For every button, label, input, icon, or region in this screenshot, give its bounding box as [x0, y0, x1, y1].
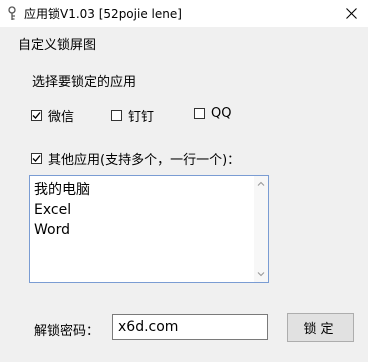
checkbox-other-apps[interactable]: 其他应用(支持多个，一行一个)： [31, 149, 240, 168]
lock-button[interactable]: 锁定 [287, 313, 354, 342]
checkbox-label: QQ [211, 106, 232, 121]
checkbox-wechat[interactable]: 微信 [31, 106, 74, 125]
checkbox-label: 钉钉 [128, 110, 155, 125]
checkbox-box[interactable] [194, 108, 205, 119]
menu-item-custom-lock-screen[interactable]: 自定义锁屏图 [18, 34, 96, 53]
scroll-up-arrow-icon[interactable] [257, 180, 265, 188]
other-apps-textarea[interactable]: 我的电脑 Excel Word [29, 175, 269, 283]
close-icon [345, 8, 357, 19]
checkmark-icon [32, 155, 41, 162]
scroll-down-arrow-icon[interactable] [257, 270, 265, 278]
apps-section-label: 选择要锁定的应用 [32, 75, 137, 90]
checkbox-box[interactable] [31, 153, 42, 164]
vertical-scrollbar[interactable] [254, 176, 268, 282]
password-input[interactable]: x6d.com [112, 314, 268, 340]
close-button[interactable] [334, 0, 368, 27]
textarea-line: Word [34, 222, 70, 238]
checkbox-label: 微信 [48, 110, 75, 125]
checkbox-qq[interactable]: QQ [194, 106, 231, 121]
checkbox-box[interactable] [31, 110, 42, 121]
lock-key-icon [8, 6, 16, 20]
checkmark-icon [32, 112, 41, 119]
window-title: 应用锁V1.03 [52pojie lene] [24, 7, 182, 21]
textarea-line: Excel [34, 202, 72, 218]
checkbox-dingtalk[interactable]: 钉钉 [111, 106, 154, 125]
textarea-line: 我的电脑 [34, 182, 90, 198]
menu-bar: 自定义锁屏图 [0, 27, 368, 56]
checkbox-box[interactable] [111, 110, 122, 121]
textarea-content: 我的电脑 Excel Word [34, 180, 90, 240]
password-label: 解锁密码： [34, 324, 100, 339]
title-bar: 应用锁V1.03 [52pojie lene] [0, 0, 368, 27]
checkbox-label: 其他应用(支持多个，一行一个)： [48, 153, 241, 168]
